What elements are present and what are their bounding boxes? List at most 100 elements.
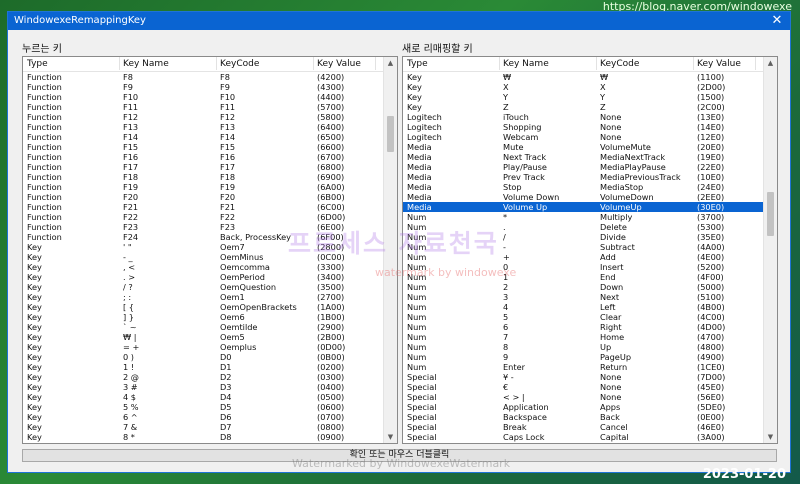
list-row[interactable]: Media Volume Down VolumeDown (2EE0) [403, 192, 777, 202]
list-row[interactable]: Function F20 F20 (6B00) [23, 192, 397, 202]
cell-key-name: [ { [123, 302, 135, 312]
list-row[interactable]: Key 2 @ D2 (0300) [23, 372, 397, 382]
cell-type: Function [27, 162, 62, 172]
list-row[interactable]: Num 5 Clear (4C00) [403, 312, 777, 322]
list-row[interactable]: Media Prev Track MediaPreviousTrack (10E0) [403, 172, 777, 182]
column-key-value[interactable]: Key Value [697, 59, 741, 69]
list-row[interactable]: Key 1 ! D1 (0200) [23, 362, 397, 372]
scroll-thumb[interactable] [767, 192, 774, 236]
cell-type: Key [407, 72, 422, 82]
list-row[interactable]: Special ¥ - None (7D00) [403, 372, 777, 382]
list-row[interactable]: Function F15 F15 (6600) [23, 142, 397, 152]
list-row[interactable]: Function F11 F11 (5700) [23, 102, 397, 112]
list-row[interactable]: Num 9 PageUp (4900) [403, 352, 777, 362]
list-row[interactable]: Num Enter Return (1CE0) [403, 362, 777, 372]
list-row[interactable]: Function F9 F9 (4300) [23, 82, 397, 92]
list-row[interactable]: Num 3 Next (5100) [403, 292, 777, 302]
cell-key-name: F10 [123, 92, 139, 102]
list-row[interactable]: Num 8 Up (4800) [403, 342, 777, 352]
list-row[interactable]: Key Z Z (2C00) [403, 102, 777, 112]
list-row[interactable]: Num 6 Right (4D00) [403, 322, 777, 332]
list-row[interactable]: Function F18 F18 (6900) [23, 172, 397, 182]
scroll-up-icon[interactable]: ▲ [384, 57, 397, 69]
cell-keycode: Up [600, 342, 612, 352]
list-row[interactable]: Key 5 % D5 (0600) [23, 402, 397, 412]
list-row[interactable]: Key / ? OemQuestion (3500) [23, 282, 397, 292]
list-row[interactable]: Special < > | None (56E0) [403, 392, 777, 402]
cell-key-value: (3300) [317, 262, 345, 272]
list-header: Type Key Name KeyCode Key Value [403, 57, 777, 72]
column-keycode[interactable]: KeyCode [600, 59, 639, 69]
list-row[interactable]: Key . > OemPeriod (3400) [23, 272, 397, 282]
list-row[interactable]: Key 7 & D7 (0800) [23, 422, 397, 432]
cell-key-name: F8 [123, 72, 133, 82]
list-row[interactable]: Key [ {OemOpenBrackets (1A00) [23, 302, 397, 312]
scroll-thumb[interactable] [387, 116, 394, 153]
cell-key-value: (19E0) [697, 152, 725, 162]
cell-type: Media [407, 162, 432, 172]
cell-keycode: Subtract [600, 242, 635, 252]
list-row[interactable]: Key ; : Oem1 (2700) [23, 292, 397, 302]
list-row[interactable]: Media Mute VolumeMute (20E0) [403, 142, 777, 152]
list-row[interactable]: Key 0 ) D0 (0B00) [23, 352, 397, 362]
list-row[interactable]: Special € None (45E0) [403, 382, 777, 392]
list-row[interactable]: Special Caps Lock Capital (3A00) [403, 432, 777, 442]
column-key-value[interactable]: Key Value [317, 59, 361, 69]
list-row[interactable]: Media Stop MediaStop (24E0) [403, 182, 777, 192]
list-row[interactable]: Key ` ~ Oemtilde (2900) [23, 322, 397, 332]
cell-type: Function [27, 102, 62, 112]
list-row[interactable]: Function F10 F10 (4400) [23, 92, 397, 102]
close-icon[interactable]: ✕ [770, 12, 784, 30]
cell-keycode: Oem5 [220, 332, 245, 342]
list-row[interactable]: Function F14 F14 (6500) [23, 132, 397, 142]
list-row[interactable]: Special Application Apps (5DE0) [403, 402, 777, 412]
list-row[interactable]: Key 4 $ D4 (0500) [23, 392, 397, 402]
cell-keycode: VolumeDown [600, 192, 654, 202]
list-row[interactable]: Function F22 F22 (6D00) [23, 212, 397, 222]
list-row[interactable]: Key X X (2D00) [403, 82, 777, 92]
list-row[interactable]: Function F16 F16 (6700) [23, 152, 397, 162]
list-row[interactable]: Function F21 F21 (6C00) [23, 202, 397, 212]
list-row[interactable]: Key 8 * D8 (0900) [23, 432, 397, 442]
column-key-name[interactable]: Key Name [503, 59, 549, 69]
cell-key-name: Caps Lock [503, 432, 545, 442]
list-row[interactable]: Num * Multiply (3700) [403, 212, 777, 222]
list-row[interactable]: Key 3 # D3 (0400) [23, 382, 397, 392]
list-row[interactable]: Special Break Cancel (46E0) [403, 422, 777, 432]
list-row[interactable]: Function F8 F8 (4200) [23, 72, 397, 82]
cell-keycode: F21 [220, 202, 236, 212]
list-row[interactable]: Logitech Shopping None (14E0) [403, 122, 777, 132]
list-row[interactable]: Media Next Track MediaNextTrack (19E0) [403, 152, 777, 162]
scroll-down-icon[interactable]: ▼ [764, 431, 777, 443]
column-type[interactable]: Type [407, 59, 428, 69]
cell-key-name: € [503, 382, 509, 392]
list-row[interactable]: Key] } Oem6 (1B00) [23, 312, 397, 322]
column-keycode[interactable]: KeyCode [220, 59, 259, 69]
scroll-up-icon[interactable]: ▲ [764, 57, 777, 69]
list-row[interactable]: Key ₩ ₩ (1100) [403, 72, 777, 82]
column-key-name[interactable]: Key Name [123, 59, 169, 69]
list-row[interactable]: Key 6 ^ D6 (0700) [23, 412, 397, 422]
list-row[interactable]: Function F19 F19 (6A00) [23, 182, 397, 192]
list-row[interactable]: Num 4 Left (4B00) [403, 302, 777, 312]
list-row[interactable]: Logitech Webcam None (12E0) [403, 132, 777, 142]
list-row[interactable]: Key ₩ | Oem5 (2B00) [23, 332, 397, 342]
list-row[interactable]: Media Volume Up VolumeUp (30E0) [403, 202, 777, 212]
list-row[interactable]: Num 7 Home (4700) [403, 332, 777, 342]
cell-key-value: (0400) [317, 382, 345, 392]
list-row[interactable]: Key , < Oemcomma (3300) [23, 262, 397, 272]
list-row[interactable]: Media Play/Pause MediaPlayPause (22E0) [403, 162, 777, 172]
right-scrollbar[interactable]: ▲ ▼ [763, 57, 777, 443]
column-type[interactable]: Type [27, 59, 48, 69]
cell-key-value: (1100) [697, 72, 725, 82]
list-row[interactable]: Function F12 F12 (5800) [23, 112, 397, 122]
list-row[interactable]: Function F17 F17 (6800) [23, 162, 397, 172]
list-row[interactable]: Key = + Oemplus (0D00) [23, 342, 397, 352]
list-row[interactable]: Function F13 F13 (6400) [23, 122, 397, 132]
list-row[interactable]: Logitech iTouch None (13E0) [403, 112, 777, 122]
scroll-down-icon[interactable]: ▼ [384, 431, 397, 443]
cell-key-name: ₩ [503, 72, 512, 82]
list-row[interactable]: Key Y Y (1500) [403, 92, 777, 102]
list-row[interactable]: Special Backspace Back (0E00) [403, 412, 777, 422]
list-row[interactable]: Num 2 Down (5000) [403, 282, 777, 292]
